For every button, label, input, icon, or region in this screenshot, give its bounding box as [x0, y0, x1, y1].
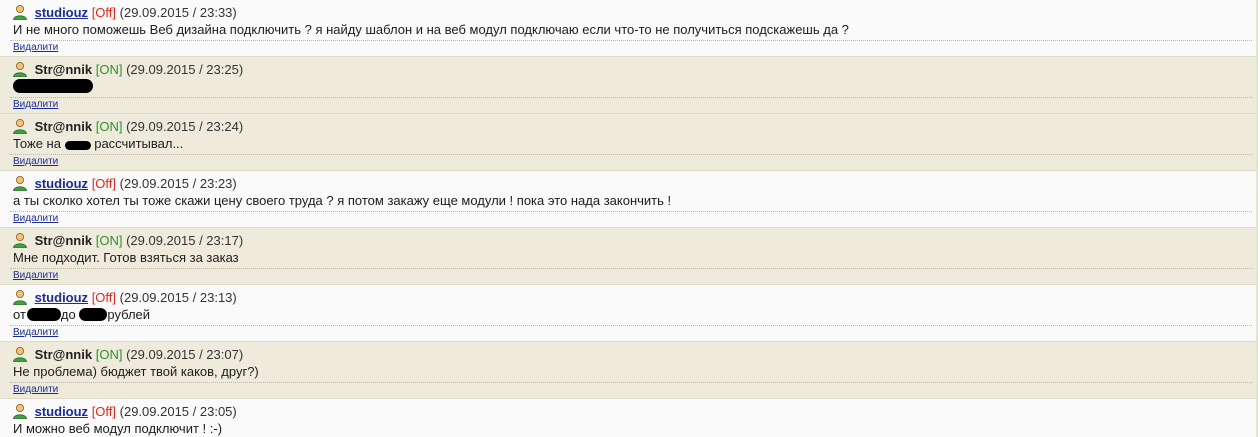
timestamp: (29.09.2015 / 23:17) [126, 233, 244, 248]
user-icon [13, 347, 27, 362]
username-link[interactable]: studiouz [35, 290, 88, 305]
message-header: studiouz [Off] (29.09.2015 / 23:13) [12, 289, 237, 305]
user-icon [13, 119, 27, 134]
user-icon [13, 233, 27, 248]
message-item: Str@nnik [ON] (29.09.2015 / 23:07) Не пр… [0, 342, 1258, 399]
message-header: Str@nnik [ON] (29.09.2015 / 23:25) [12, 61, 243, 77]
username-link[interactable]: studiouz [35, 176, 88, 191]
message-text: Мне подходит. Готов взяться за заказ [13, 250, 239, 265]
delete-link[interactable]: Видалити [13, 99, 58, 111]
timestamp: (29.09.2015 / 23:25) [126, 62, 244, 77]
message-header: studiouz [Off] (29.09.2015 / 23:33) [12, 4, 237, 20]
status-online: [ON] [95, 233, 123, 248]
redacted-block [79, 308, 108, 321]
divider [10, 325, 1252, 326]
status-online: [ON] [95, 119, 123, 134]
status-online: [ON] [95, 347, 123, 362]
message-item: studiouz [Off] (29.09.2015 / 23:33) И не… [0, 0, 1258, 57]
timestamp: (29.09.2015 / 23:07) [126, 347, 244, 362]
message-item: studiouz [Off] (29.09.2015 / 23:23) а ты… [0, 171, 1258, 228]
delete-link[interactable]: Видалити [13, 384, 58, 396]
message-feed: studiouz [Off] (29.09.2015 / 23:33) И не… [0, 0, 1260, 437]
username-link[interactable]: studiouz [35, 5, 88, 20]
username: Str@nnik [34, 62, 93, 77]
divider [10, 154, 1252, 155]
message-text: Не проблема) бюджет твой каков, друг?) [13, 364, 259, 379]
message-header: studiouz [Off] (29.09.2015 / 23:05) [12, 403, 237, 419]
message-text: от до рублей [13, 307, 150, 323]
status-offline: [Off] [91, 176, 117, 191]
message-item: studiouz [Off] (29.09.2015 / 23:13) от до… [0, 285, 1258, 342]
timestamp: (29.09.2015 / 23:33) [119, 5, 237, 20]
username: Str@nnik [34, 233, 93, 248]
redacted-block [26, 308, 61, 321]
message-text: а ты сколко хотел ты тоже скажи цену сво… [13, 193, 672, 208]
username: Str@nnik [34, 347, 93, 362]
user-icon [13, 5, 27, 20]
message-text-part: рассчитывал... [94, 136, 184, 151]
delete-link[interactable]: Видалити [13, 213, 58, 225]
message-header: Str@nnik [ON] (29.09.2015 / 23:07) [12, 346, 243, 362]
message-item: studiouz [Off] (29.09.2015 / 23:05) И мо… [0, 399, 1258, 437]
divider [10, 268, 1252, 269]
message-text: И можно веб модул подключит ! :-) [13, 421, 223, 436]
status-offline: [Off] [91, 5, 117, 20]
message-item: Str@nnik [ON] (29.09.2015 / 23:25) Видал… [0, 57, 1258, 114]
timestamp: (29.09.2015 / 23:13) [119, 290, 237, 305]
divider [10, 382, 1252, 383]
divider [10, 40, 1252, 41]
message-text-part: от [13, 307, 26, 322]
divider [10, 97, 1252, 98]
timestamp: (29.09.2015 / 23:05) [119, 404, 237, 419]
delete-link[interactable]: Видалити [13, 42, 58, 54]
status-online: [ON] [95, 62, 123, 77]
username: Str@nnik [34, 119, 93, 134]
timestamp: (29.09.2015 / 23:24) [126, 119, 244, 134]
status-offline: [Off] [91, 290, 117, 305]
message-header: studiouz [Off] (29.09.2015 / 23:23) [12, 175, 237, 191]
message-text-part: до [60, 307, 76, 322]
message-text [13, 79, 93, 95]
user-icon [13, 176, 27, 191]
timestamp: (29.09.2015 / 23:23) [119, 176, 237, 191]
message-text-part: рублей [107, 307, 151, 322]
redacted-block [64, 141, 91, 150]
delete-link[interactable]: Видалити [13, 156, 58, 168]
redacted-block [13, 79, 93, 93]
user-icon [13, 62, 27, 77]
username-link[interactable]: studiouz [35, 404, 88, 419]
message-item: Str@nnik [ON] (29.09.2015 / 23:24) Тоже … [0, 114, 1258, 171]
message-header: Str@nnik [ON] (29.09.2015 / 23:17) [12, 232, 243, 248]
message-header: Str@nnik [ON] (29.09.2015 / 23:24) [12, 118, 243, 134]
delete-link[interactable]: Видалити [13, 270, 58, 282]
user-icon [13, 404, 27, 419]
message-text-part: Тоже на [13, 136, 61, 151]
status-offline: [Off] [91, 404, 117, 419]
message-item: Str@nnik [ON] (29.09.2015 / 23:17) Мне п… [0, 228, 1258, 285]
user-icon [13, 290, 27, 305]
divider [10, 211, 1252, 212]
delete-link[interactable]: Видалити [13, 327, 58, 339]
message-text: И не много поможешь Веб дизайна подключи… [13, 22, 849, 37]
message-text: Тоже на рассчитывал... [13, 136, 183, 152]
